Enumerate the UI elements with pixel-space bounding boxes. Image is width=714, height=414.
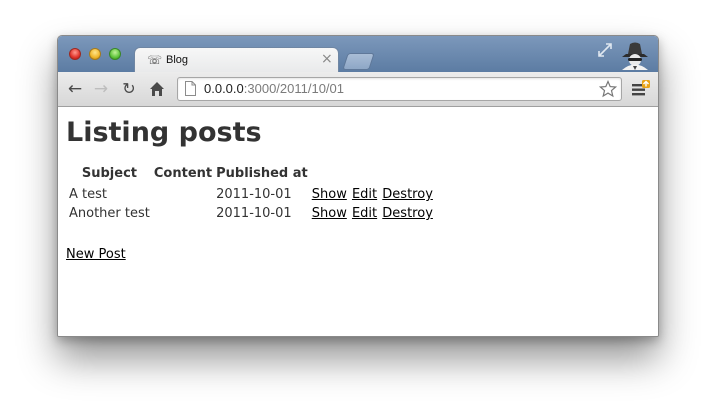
favicon-icon: ☏	[147, 53, 163, 67]
cell-published-at: 2011-10-01	[216, 206, 292, 221]
table-row: Another test 2011-10-01 Show Edit Destro…	[68, 205, 435, 222]
cell-subject: Another test	[69, 206, 150, 221]
page-icon	[185, 81, 196, 96]
header-actions	[311, 165, 435, 184]
page-title: Listing posts	[66, 117, 262, 148]
wrench-icon[interactable]	[631, 80, 651, 98]
browser-window: ☏ Blog × ← → ↻ 0.0.0.0:3000/2011/10/01 L…	[57, 35, 659, 337]
table-row: A test 2011-10-01 Show Edit Destroy	[68, 186, 435, 203]
page-content: Listing posts Subject Content Published …	[58, 107, 658, 336]
star-icon[interactable]	[599, 80, 617, 98]
show-link[interactable]: Show	[312, 187, 347, 202]
cell-published-at: 2011-10-01	[216, 187, 292, 202]
incognito-icon	[622, 42, 648, 70]
show-link[interactable]: Show	[312, 206, 347, 221]
cell-subject: A test	[69, 187, 107, 202]
close-tab-icon[interactable]: ×	[321, 51, 333, 67]
new-post-link[interactable]: New Post	[66, 247, 126, 262]
url-text[interactable]: 0.0.0.0:3000/2011/10/01	[204, 81, 344, 97]
cell-actions: Show Edit Destroy	[311, 186, 435, 203]
back-icon[interactable]: ←	[66, 80, 84, 98]
forward-icon[interactable]: →	[92, 80, 110, 98]
header-content: Content	[153, 166, 213, 181]
cell-actions: Show Edit Destroy	[311, 205, 435, 222]
tab-title: Blog	[166, 54, 189, 66]
new-tab-button[interactable]	[342, 53, 375, 70]
reload-icon[interactable]: ↻	[120, 80, 138, 98]
fullscreen-icon[interactable]	[597, 42, 613, 58]
url-path: :3000/2011/10/01	[243, 81, 345, 96]
cell-content	[153, 186, 213, 203]
header-subject: Subject	[81, 166, 137, 181]
minimize-window-button[interactable]	[89, 48, 101, 60]
table-header-row: Subject Content Published at	[68, 165, 435, 184]
url-host: 0.0.0.0	[204, 81, 244, 96]
cell-content	[153, 205, 213, 222]
browser-toolbar: ← → ↻ 0.0.0.0:3000/2011/10/01	[58, 72, 658, 107]
zoom-window-button[interactable]	[109, 48, 121, 60]
edit-link[interactable]: Edit	[352, 206, 377, 221]
header-published-at: Published at	[216, 166, 308, 181]
destroy-link[interactable]: Destroy	[382, 206, 433, 221]
address-bar[interactable]: 0.0.0.0:3000/2011/10/01	[177, 77, 622, 101]
tab-blog[interactable]: ☏ Blog ×	[134, 47, 339, 72]
edit-link[interactable]: Edit	[352, 187, 377, 202]
posts-table: Subject Content Published at A test 2011…	[66, 163, 437, 224]
close-window-button[interactable]	[69, 48, 81, 60]
home-icon[interactable]	[148, 80, 166, 98]
title-bar: ☏ Blog ×	[58, 36, 658, 72]
destroy-link[interactable]: Destroy	[382, 187, 433, 202]
